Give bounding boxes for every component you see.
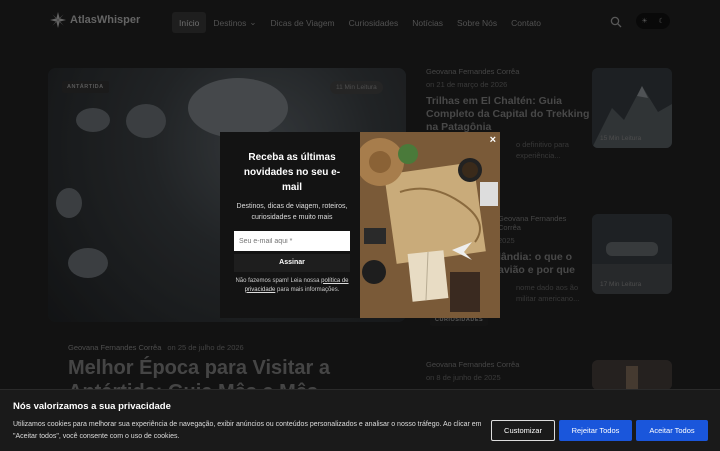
travel-illustration	[360, 132, 500, 318]
travel-flatlay-image: ×	[360, 132, 500, 318]
accept-all-button[interactable]: Aceitar Todos	[636, 420, 708, 441]
reject-all-button[interactable]: Rejeitar Todos	[559, 420, 632, 441]
newsletter-subtitle: Destinos, dicas de viagem, roteiros, cur…	[236, 203, 348, 221]
spam-notice: Não fazemos spam! Leia nossa política de…	[234, 277, 350, 295]
subscribe-button[interactable]: Assinar	[234, 253, 350, 272]
cookie-title: Nós valorizamos a sua privacidade	[13, 401, 171, 412]
spam-suffix: para mais informações.	[277, 286, 340, 293]
cookie-banner: Nós valorizamos a sua privacidade Utiliz…	[0, 389, 720, 451]
email-input[interactable]	[234, 231, 350, 251]
newsletter-title: Receba as últimas novidades no seu e-mai…	[243, 152, 341, 193]
spam-text: Não fazemos spam! Leia nossa	[235, 277, 320, 284]
newsletter-modal: Receba as últimas novidades no seu e-mai…	[220, 132, 500, 318]
close-icon[interactable]: ×	[490, 134, 496, 146]
cookie-text: Utilizamos cookies para melhorar sua exp…	[13, 421, 482, 440]
newsletter-form: Receba as últimas novidades no seu e-mai…	[220, 132, 360, 318]
customize-button[interactable]: Customizar	[491, 420, 555, 441]
page: AtlasWhisper Início Destinos ⌄ Dicas de V…	[0, 0, 720, 451]
